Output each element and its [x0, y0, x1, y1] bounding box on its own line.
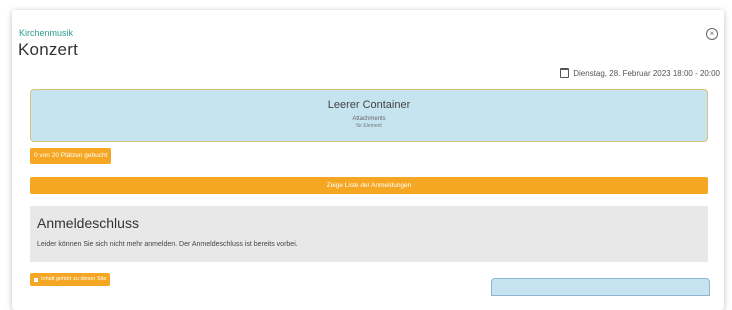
event-title: Konzert	[18, 40, 78, 59]
container-line-1: Attachments	[352, 116, 386, 122]
show-registrations-button[interactable]: Zeige Liste der Anmeldungen	[30, 177, 708, 194]
deadline-text: Leider können Sie sich nicht mehr anmeld…	[37, 241, 298, 248]
deadline-heading: Anmeldeschluss	[37, 215, 139, 231]
event-category: Kirchenmusik	[19, 28, 74, 38]
event-card	[12, 10, 724, 310]
event-date-text: Dienstag, 28. Februar 2023 18:00 - 20:00	[573, 68, 720, 78]
calendar-icon	[560, 68, 570, 78]
empty-container: Leerer Container Attachments für Element	[30, 89, 708, 142]
container-title: Leerer Container	[327, 99, 411, 111]
container-line-2: für Element	[356, 123, 382, 129]
bottom-container	[491, 278, 710, 296]
site-icon	[34, 277, 38, 282]
deadline-panel: Anmeldeschluss Leider können Sie sich ni…	[30, 206, 708, 262]
close-icon[interactable]: ×	[706, 28, 718, 40]
booking-status-badge: 0 von 20 Plätzen gebucht	[30, 148, 112, 164]
site-content-label: Inhalt gehört zu dieser Site	[41, 276, 107, 282]
event-date: Dienstag, 28. Februar 2023 18:00 - 20:00	[560, 68, 720, 78]
site-content-badge: Inhalt gehört zu dieser Site	[30, 273, 111, 286]
